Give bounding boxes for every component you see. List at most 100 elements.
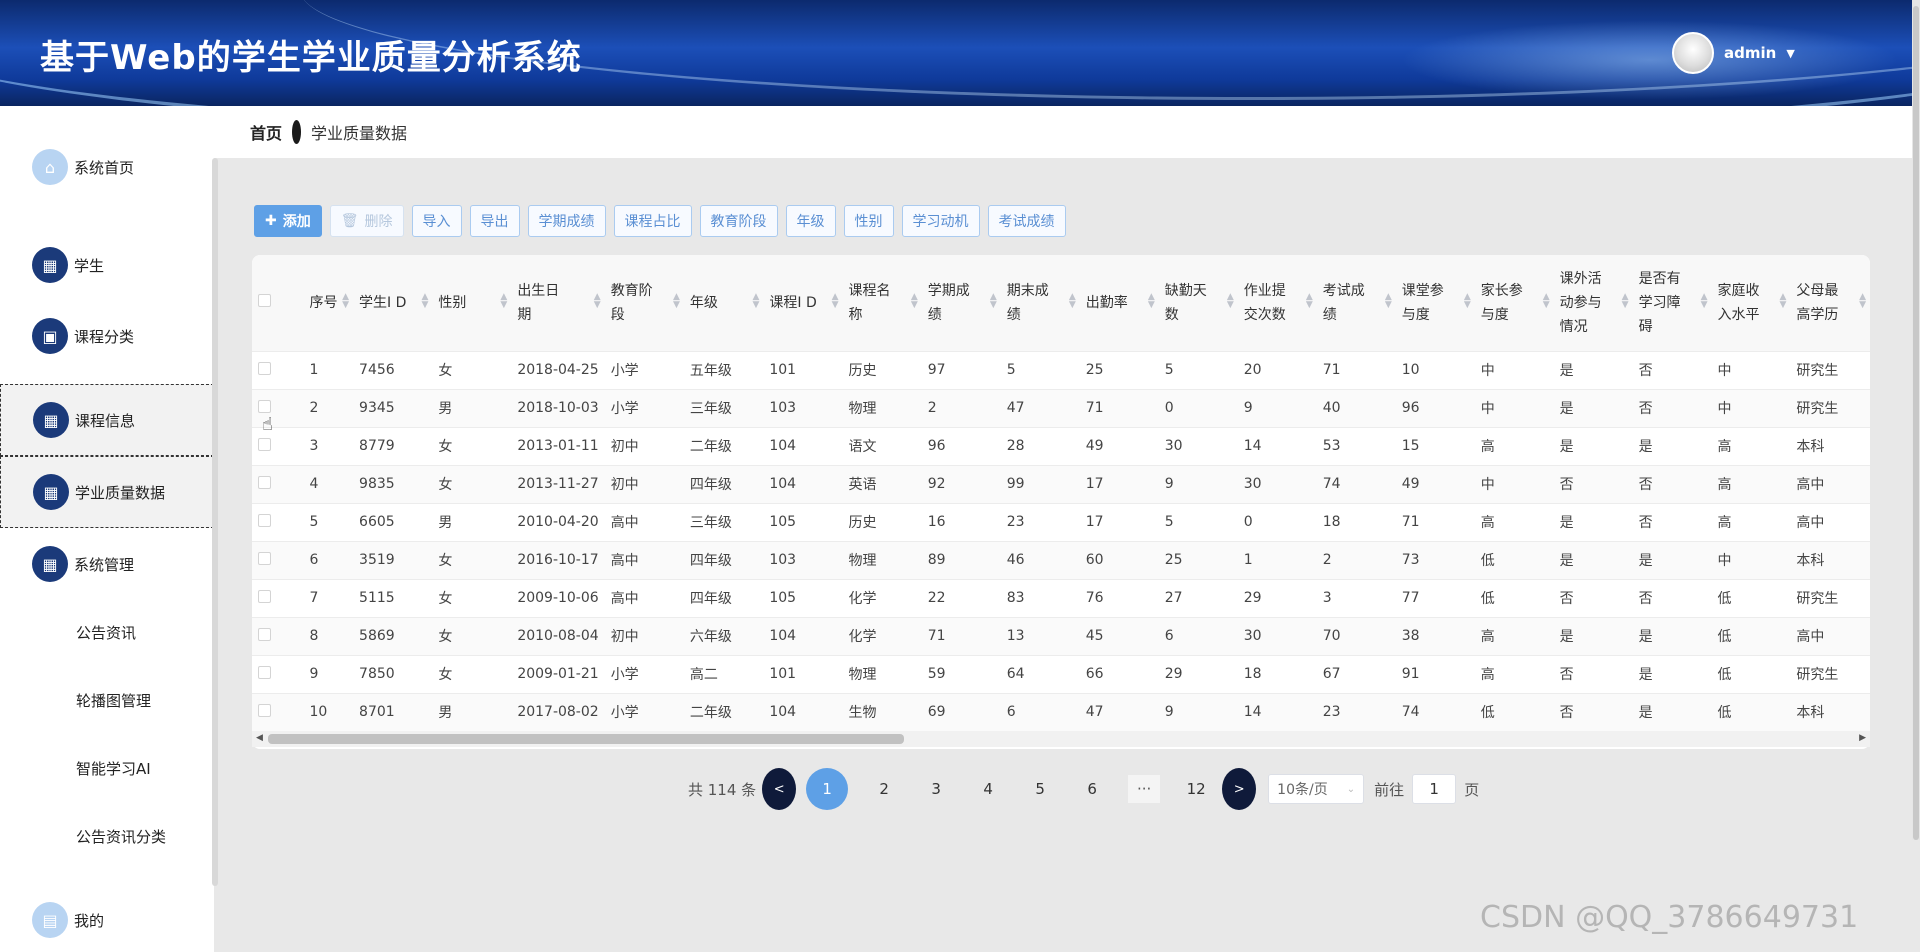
sidebar-subitem[interactable]: 公告资讯 [76, 622, 136, 643]
table-row[interactable]: 3 8779 女 2013-01-11 初中 二年级 104 语文 96 28 49 30 14 53 15… [252, 426, 1870, 465]
select-all-cell[interactable] [252, 255, 304, 351]
row-checkbox[interactable] [258, 589, 271, 603]
sort-icon[interactable]: ▲ ▼ [1227, 293, 1234, 310]
sort-icon[interactable]: ▲ ▼ [1385, 293, 1392, 310]
scrollbar-thumb[interactable] [1913, 6, 1919, 840]
next-page-button[interactable]: > [1222, 768, 1257, 810]
page-button[interactable]: 5 [1014, 780, 1066, 798]
gender-button[interactable]: 性别 [843, 205, 894, 237]
row-select-cell[interactable] [252, 350, 304, 389]
column-header[interactable]: 家长参与度 ▲ ▼ [1474, 255, 1554, 351]
row-checkbox[interactable] [258, 703, 271, 717]
sort-icon[interactable]: ▲ ▼ [342, 293, 349, 310]
page-button[interactable]: 6 [1066, 780, 1118, 798]
sidebar-scrollbar[interactable] [212, 158, 218, 886]
sort-icon[interactable]: ▲ ▼ [594, 293, 601, 310]
sidebar-subitem[interactable]: 智能学习AI [76, 758, 151, 779]
row-checkbox[interactable] [258, 437, 271, 451]
column-header[interactable]: 父母最高学历 ▲ ▼ [1790, 255, 1870, 351]
import-button[interactable]: 导入 [411, 205, 462, 237]
sidebar-item-me[interactable]: ▤ 我的 [0, 900, 214, 940]
column-header[interactable]: 作业提交次数 ▲ ▼ [1237, 255, 1317, 351]
column-header[interactable]: 期末成绩 ▲ ▼ [1000, 255, 1080, 351]
motivation-button[interactable]: 学习动机 [901, 205, 980, 237]
sort-icon[interactable]: ▲ ▼ [500, 293, 507, 310]
select-all-checkbox[interactable] [258, 293, 271, 307]
sort-icon[interactable]: ▲ ▼ [1543, 293, 1550, 310]
grade-button[interactable]: 年级 [785, 205, 836, 237]
column-header[interactable]: 学期成绩 ▲ ▼ [921, 255, 1001, 351]
column-header[interactable]: 课程名称 ▲ ▼ [842, 255, 922, 351]
sort-icon[interactable]: ▲ ▼ [911, 293, 918, 310]
row-select-cell[interactable] [252, 426, 304, 465]
goto-page-input[interactable]: 1 [1412, 774, 1457, 804]
sidebar-item-quality-data[interactable]: ▦ 学业质量数据 [0, 456, 214, 528]
sidebar-item-course-info[interactable]: ▦ 课程信息 [0, 384, 214, 456]
row-checkbox[interactable] [258, 627, 271, 641]
row-select-cell[interactable] [252, 502, 304, 541]
sort-icon[interactable]: ▲ ▼ [990, 293, 997, 310]
page-button[interactable]: 2 [858, 780, 910, 798]
sort-icon[interactable]: ▲ ▼ [421, 293, 428, 310]
education-stage-button[interactable]: 教育阶段 [699, 205, 778, 237]
page-button-current[interactable]: 1 [806, 768, 849, 810]
row-select-cell[interactable] [252, 578, 304, 617]
column-header[interactable]: 课堂参与度 ▲ ▼ [1395, 255, 1475, 351]
table-row[interactable]: 7 5115 女 2009-10-06 高中 四年级 105 化学 22 83 76 27 29 3 77 低… [252, 578, 1870, 617]
sort-icon[interactable]: ▲ ▼ [1780, 293, 1787, 310]
add-button[interactable]: ✚ 添加 [254, 205, 322, 237]
row-select-cell[interactable] [252, 464, 304, 503]
sidebar-subitem[interactable]: 公告资讯分类 [76, 826, 166, 847]
page-button[interactable]: 3 [910, 780, 962, 798]
row-checkbox[interactable] [258, 551, 271, 565]
sort-icon[interactable]: ▲ ▼ [1859, 293, 1866, 310]
sidebar-item-home[interactable]: ⌂ 系统首页 [0, 142, 214, 192]
caret-down-icon[interactable]: ▼ [1786, 47, 1794, 60]
sort-icon[interactable]: ▲ ▼ [1069, 293, 1076, 310]
scroll-left-icon[interactable]: ◀ [256, 733, 263, 743]
table-row[interactable]: 4 9835 女 2013-11-27 初中 四年级 104 英语 92 99 17 9 30 74 49 中… [252, 464, 1870, 503]
row-checkbox[interactable] [258, 399, 271, 413]
column-header[interactable]: 课程I D ▲ ▼ [763, 255, 843, 351]
sort-icon[interactable]: ▲ ▼ [832, 293, 839, 310]
scrollbar-thumb[interactable] [268, 734, 904, 744]
row-select-cell[interactable] [252, 388, 304, 427]
row-checkbox[interactable] [258, 475, 271, 489]
page-scrollbar[interactable] [1912, 0, 1920, 840]
avatar[interactable] [1672, 32, 1714, 74]
column-header[interactable]: 学生I D ▲ ▼ [353, 255, 433, 351]
table-row[interactable]: 5 6605 男 2010-04-20 高中 三年级 105 历史 16 23 17 5 0 18 71 高是… [252, 502, 1870, 541]
exam-score-button[interactable]: 考试成绩 [987, 205, 1066, 237]
table-row[interactable]: 8 5869 女 2010-08-04 初中 六年级 104 化学 71 13 45 6 30 70 38 高… [252, 616, 1870, 655]
table-row[interactable]: 1 7456 女 2018-04-25 小学 五年级 101 历史 97 5 25 5 20 71 10 中是… [252, 350, 1870, 389]
table-row[interactable]: 6 3519 女 2016-10-17 高中 四年级 103 物理 89 46 60 25 1 2 73 低是… [252, 540, 1870, 579]
course-ratio-button[interactable]: 课程占比 [613, 205, 692, 237]
sidebar-item-course-category[interactable]: ▣ 课程分类 [0, 311, 214, 361]
term-score-button[interactable]: 学期成绩 [527, 205, 606, 237]
sort-icon[interactable]: ▲ ▼ [673, 293, 680, 310]
row-checkbox[interactable] [258, 513, 271, 527]
sidebar-subitem[interactable]: 轮播图管理 [76, 690, 151, 711]
column-header[interactable]: 家庭收入水平 ▲ ▼ [1711, 255, 1791, 351]
breadcrumb-home[interactable]: 首页 [250, 120, 282, 144]
table-row[interactable]: 10 8701 男 2017-08-02 小学 二年级 104 生物 69 6 47 9 14 23 74 低… [252, 692, 1870, 731]
column-header[interactable]: 课外活动参与情况 ▲ ▼ [1553, 255, 1633, 351]
table-row[interactable]: 2 9345 男 2018-10-03 小学 三年级 103 物理 2 47 71 0 9 40 96 中是否… [252, 388, 1870, 427]
page-button[interactable]: 4 [962, 780, 1014, 798]
sort-icon[interactable]: ▲ ▼ [1306, 293, 1313, 310]
row-select-cell[interactable] [252, 654, 304, 693]
row-select-cell[interactable] [252, 616, 304, 655]
sort-icon[interactable]: ▲ ▼ [752, 293, 759, 310]
sort-icon[interactable]: ▲ ▼ [1464, 293, 1471, 310]
column-header[interactable]: 缺勤天数 ▲ ▼ [1158, 255, 1238, 351]
sort-icon[interactable]: ▲ ▼ [1148, 293, 1155, 310]
sidebar-item-system[interactable]: ▦ 系统管理 [0, 539, 214, 589]
column-header[interactable]: 年级 ▲ ▼ [683, 255, 764, 351]
column-header[interactable]: 性别 ▲ ▼ [432, 255, 512, 351]
column-header[interactable]: 出勤率 ▲ ▼ [1079, 255, 1159, 351]
table-horizontal-scrollbar[interactable]: ◀ ▶ [252, 731, 1870, 747]
column-header[interactable]: 考试成绩 ▲ ▼ [1316, 255, 1396, 351]
scroll-right-icon[interactable]: ▶ [1859, 733, 1866, 743]
column-header[interactable]: 教育阶段 ▲ ▼ [604, 255, 684, 351]
row-select-cell[interactable] [252, 692, 304, 731]
